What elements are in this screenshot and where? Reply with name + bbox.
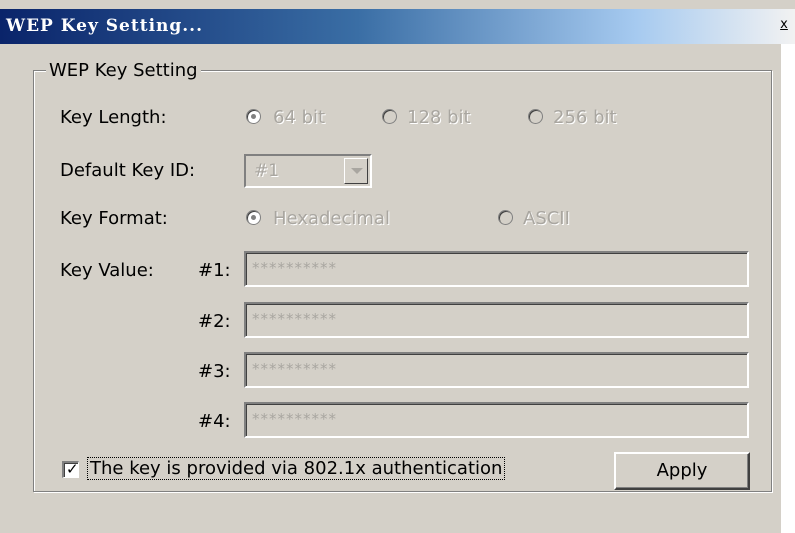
radio-256bit[interactable]	[528, 109, 543, 124]
8021x-checkbox[interactable]: ✓	[62, 460, 79, 478]
default-key-id-select[interactable]: #1	[244, 154, 372, 188]
checkmark-icon: ✓	[66, 460, 79, 478]
radio-selected-dot	[251, 215, 256, 220]
title-bar[interactable]: WEP Key Setting... x	[0, 9, 795, 44]
key-2-input[interactable]: **********	[244, 302, 749, 338]
key-format-label: Key Format:	[60, 208, 168, 229]
8021x-checkbox-label[interactable]: The key is provided via 802.1x authentic…	[86, 457, 506, 480]
key-value-label: Key Value:	[60, 260, 154, 281]
key-3-id: #3:	[198, 361, 231, 382]
window-edge	[781, 44, 795, 533]
close-button[interactable]: x	[777, 18, 791, 34]
group-legend: WEP Key Setting	[46, 60, 201, 81]
radio-hexadecimal[interactable]	[246, 210, 261, 225]
radio-256bit-label: 256 bit	[553, 107, 617, 128]
default-key-id-value: #1	[254, 161, 280, 181]
radio-128bit[interactable]	[382, 109, 397, 124]
window-title: WEP Key Setting...	[6, 16, 204, 36]
apply-button[interactable]: Apply	[614, 452, 750, 490]
key-1-input[interactable]: **********	[244, 251, 749, 287]
radio-hexadecimal-label: Hexadecimal	[273, 208, 390, 229]
radio-64bit[interactable]	[246, 109, 261, 124]
key-3-input[interactable]: **********	[244, 352, 749, 388]
wep-key-setting-dialog: WEP Key Setting... x WEP Key Setting Key…	[0, 0, 795, 533]
key-4-id: #4:	[198, 411, 231, 432]
radio-64bit-label: 64 bit	[273, 107, 326, 128]
chevron-down-icon	[351, 168, 363, 174]
radio-ascii[interactable]	[498, 210, 513, 225]
default-key-id-label: Default Key ID:	[60, 160, 196, 181]
radio-128bit-label: 128 bit	[407, 107, 471, 128]
key-1-id: #1:	[198, 260, 231, 281]
dropdown-button[interactable]	[344, 158, 368, 184]
key-length-label: Key Length:	[60, 107, 167, 128]
radio-selected-dot	[251, 114, 256, 119]
key-2-id: #2:	[198, 311, 231, 332]
key-4-input[interactable]: **********	[244, 402, 749, 438]
radio-ascii-label: ASCII	[523, 208, 570, 229]
